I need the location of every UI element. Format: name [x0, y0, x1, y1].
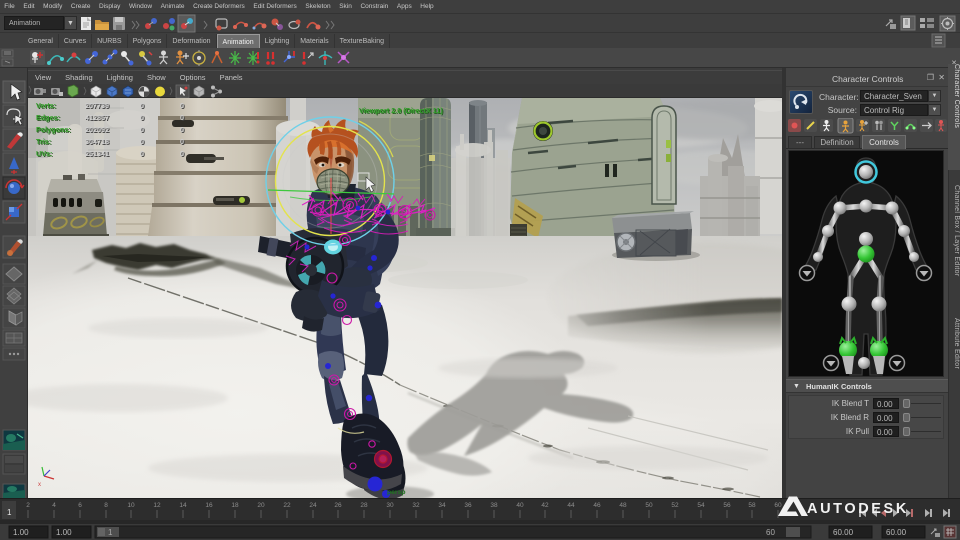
svg-text:54: 54	[697, 502, 705, 509]
svg-text:1: 1	[7, 508, 12, 517]
svg-text:8: 8	[104, 502, 108, 509]
svg-text:0: 0	[140, 113, 144, 122]
svg-text:0: 0	[180, 149, 184, 158]
svg-text:AUTODESK: AUTODESK	[807, 501, 909, 517]
svg-text:202092: 202092	[85, 125, 109, 134]
svg-text:Polygons:: Polygons:	[36, 125, 71, 134]
svg-text:60.00: 60.00	[886, 528, 907, 537]
svg-text:40: 40	[516, 502, 524, 509]
svg-text:0: 0	[140, 125, 144, 134]
svg-text:50: 50	[645, 502, 653, 509]
svg-text:58: 58	[748, 502, 756, 509]
svg-text:18: 18	[231, 502, 239, 509]
svg-text:0: 0	[180, 113, 184, 122]
svg-text:26: 26	[334, 502, 342, 509]
svg-text:30: 30	[386, 502, 394, 509]
svg-text:207739: 207739	[85, 101, 109, 110]
svg-text:Verts:: Verts:	[36, 101, 56, 110]
svg-text:60.00: 60.00	[833, 528, 854, 537]
svg-text:48: 48	[619, 502, 627, 509]
svg-text:34: 34	[438, 502, 446, 509]
svg-text:28: 28	[360, 502, 368, 509]
svg-text:52: 52	[671, 502, 679, 509]
svg-text:22: 22	[283, 502, 291, 509]
svg-text:16: 16	[205, 502, 213, 509]
svg-text:10: 10	[127, 502, 135, 509]
svg-text:1.00: 1.00	[13, 528, 29, 537]
svg-text:36: 36	[464, 502, 472, 509]
svg-text:4: 4	[52, 502, 56, 509]
svg-text:24: 24	[309, 502, 317, 509]
svg-text:251341: 251341	[85, 149, 109, 158]
svg-text:Tris:: Tris:	[36, 137, 51, 146]
svg-text:14: 14	[179, 502, 187, 509]
svg-text:persp: persp	[387, 489, 406, 496]
svg-text:0: 0	[140, 101, 144, 110]
svg-text:0: 0	[180, 137, 184, 146]
svg-text:6: 6	[78, 502, 82, 509]
svg-text:0: 0	[140, 149, 144, 158]
svg-text:UVs:: UVs:	[36, 149, 52, 158]
svg-text:412857: 412857	[85, 113, 109, 122]
svg-text:1.00: 1.00	[56, 528, 72, 537]
svg-text:x: x	[38, 482, 41, 488]
svg-text:20: 20	[257, 502, 265, 509]
svg-text:44: 44	[567, 502, 575, 509]
svg-text:0: 0	[180, 125, 184, 134]
svg-text:32: 32	[412, 502, 420, 509]
svg-text:42: 42	[541, 502, 549, 509]
svg-text:1: 1	[108, 528, 113, 537]
svg-text:Viewport 2.0 (DirectX 11): Viewport 2.0 (DirectX 11)	[359, 106, 443, 115]
svg-text:56: 56	[723, 502, 731, 509]
svg-text:0: 0	[180, 101, 184, 110]
svg-text:0: 0	[140, 137, 144, 146]
svg-text:12: 12	[153, 502, 161, 509]
svg-text:38: 38	[490, 502, 498, 509]
svg-text:46: 46	[593, 502, 601, 509]
svg-text:Edges:: Edges:	[36, 113, 60, 122]
svg-text:60: 60	[766, 528, 775, 537]
svg-text:304718: 304718	[85, 137, 109, 146]
svg-text:2: 2	[26, 502, 30, 509]
